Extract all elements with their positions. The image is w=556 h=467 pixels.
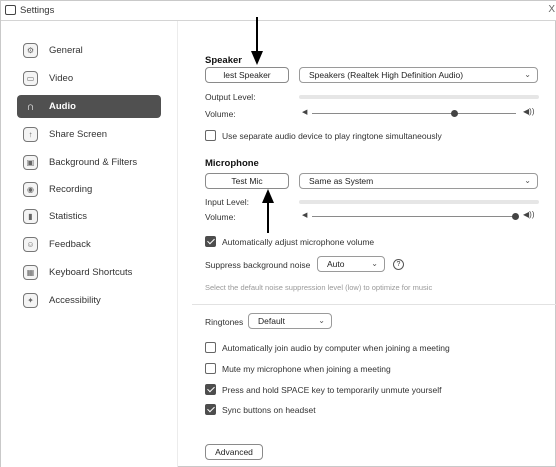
headphones-icon: ∩ (26, 100, 35, 113)
mic-volume-slider[interactable] (512, 213, 519, 220)
sidebar-item-label: Audio (49, 101, 76, 112)
sidebar-item-label: Share Screen (49, 129, 108, 140)
input-level-label: Input Level: (205, 197, 249, 207)
volume-high-icon: ◀)) (523, 107, 535, 116)
auto-adjust-volume-label: Automatically adjust microphone volume (222, 237, 375, 247)
share-screen-icon: ↑ (23, 127, 38, 142)
close-button[interactable]: X (548, 4, 555, 15)
statistics-icon: ▮ (23, 209, 38, 224)
test-mic-button[interactable]: Test Mic (205, 173, 289, 189)
settings-app-icon (5, 5, 16, 15)
microphone-heading: Microphone (205, 158, 259, 169)
speaker-volume-label: Volume: (205, 109, 236, 119)
output-level-meter (299, 95, 539, 99)
sync-headset-buttons-checkbox[interactable] (205, 404, 216, 415)
help-icon[interactable]: ? (393, 259, 404, 270)
speaker-device-select[interactable]: Speakers (Realtek High Definition Audio)… (299, 67, 538, 83)
settings-window: Settings X ⚙ General ▭ Video ∩ Audio ↑ S… (0, 0, 556, 467)
mic-volume-label: Volume: (205, 212, 236, 222)
sidebar-item-label: Background & Filters (49, 157, 138, 168)
accessibility-icon: ✦ (23, 293, 38, 308)
sidebar-item-label: Video (49, 73, 74, 84)
title-bar: Settings X (1, 1, 556, 21)
arrow-down-icon (251, 17, 263, 65)
sidebar-item-general[interactable]: ⚙ General (17, 39, 161, 62)
gear-icon: ⚙ (23, 43, 38, 58)
noise-suppression-hint: Select the default noise suppression lev… (205, 283, 433, 292)
sidebar-item-label: Keyboard Shortcuts (49, 267, 133, 278)
speaker-volume-slider[interactable] (450, 110, 458, 117)
sidebar-item-statistics[interactable]: ▮ Statistics (17, 205, 161, 228)
sidebar-item-label: Feedback (49, 239, 91, 250)
sidebar-item-label: Recording (49, 184, 93, 195)
space-to-unmute-checkbox[interactable] (205, 384, 216, 395)
keyboard-icon: ▦ (23, 265, 38, 280)
window-title: Settings (20, 5, 55, 16)
speaker-volume-track (312, 113, 516, 114)
sidebar: ⚙ General ▭ Video ∩ Audio ↑ Share Screen… (1, 21, 177, 467)
auto-adjust-volume-checkbox[interactable] (205, 236, 216, 247)
sidebar-item-keyboard-shortcuts[interactable]: ▦ Keyboard Shortcuts (17, 261, 161, 284)
sidebar-item-video[interactable]: ▭ Video (17, 67, 161, 90)
output-level-label: Output Level: (205, 92, 256, 102)
chevron-down-icon: ⌄ (524, 176, 531, 185)
separate-ringtone-checkbox[interactable] (205, 130, 216, 141)
chevron-down-icon: ⌄ (371, 259, 378, 268)
feedback-icon: ☺ (23, 237, 38, 252)
speaker-device-value: Speakers (Realtek High Definition Audio) (309, 70, 464, 80)
mute-on-join-checkbox[interactable] (205, 363, 216, 374)
sidebar-item-share-screen[interactable]: ↑ Share Screen (17, 123, 161, 146)
space-to-unmute-label: Press and hold SPACE key to temporarily … (222, 385, 442, 395)
recording-icon: ◉ (23, 182, 38, 197)
volume-low-icon: ◀ (302, 109, 308, 116)
arrow-up-icon (262, 189, 274, 233)
chevron-down-icon: ⌄ (524, 70, 531, 79)
speaker-heading: Speaker (205, 55, 242, 66)
sidebar-item-accessibility[interactable]: ✦ Accessibility (17, 289, 161, 312)
sidebar-item-feedback[interactable]: ☺ Feedback (17, 233, 161, 256)
video-icon: ▭ (23, 71, 38, 86)
ringtones-select[interactable]: Default ⌄ (248, 313, 332, 329)
audio-settings-panel: Speaker lest Speaker Speakers (Realtek H… (178, 21, 556, 467)
mic-volume-track (312, 216, 516, 217)
auto-join-audio-label: Automatically join audio by computer whe… (222, 343, 450, 353)
microphone-device-select[interactable]: Same as System ⌄ (299, 173, 538, 189)
volume-low-icon: ◀ (302, 212, 308, 219)
suppress-noise-select[interactable]: Auto ⌄ (317, 256, 385, 272)
sidebar-item-label: Statistics (49, 211, 88, 222)
ringtones-value: Default (258, 316, 285, 326)
advanced-button[interactable]: Advanced (205, 444, 263, 460)
background-icon: ▣ (23, 155, 38, 170)
sidebar-item-label: Accessibility (49, 295, 101, 306)
sidebar-item-recording[interactable]: ◉ Recording (17, 178, 161, 201)
sidebar-item-label: General (49, 45, 83, 56)
suppress-noise-label: Suppress background noise (205, 260, 311, 270)
sidebar-item-background-filters[interactable]: ▣ Background & Filters (17, 151, 161, 174)
test-speaker-button[interactable]: lest Speaker (205, 67, 289, 83)
section-divider (192, 304, 556, 305)
volume-high-icon: ◀)) (523, 210, 535, 219)
input-level-meter (299, 200, 539, 204)
sync-headset-buttons-label: Sync buttons on headset (222, 405, 316, 415)
separate-ringtone-label: Use separate audio device to play ringto… (222, 131, 442, 141)
mute-on-join-label: Mute my microphone when joining a meetin… (222, 364, 391, 374)
sidebar-item-audio[interactable]: ∩ Audio (17, 95, 161, 118)
ringtones-label: Ringtones (205, 317, 244, 327)
microphone-device-value: Same as System (309, 176, 374, 186)
suppress-noise-value: Auto (327, 259, 345, 269)
chevron-down-icon: ⌄ (318, 316, 325, 325)
auto-join-audio-checkbox[interactable] (205, 342, 216, 353)
